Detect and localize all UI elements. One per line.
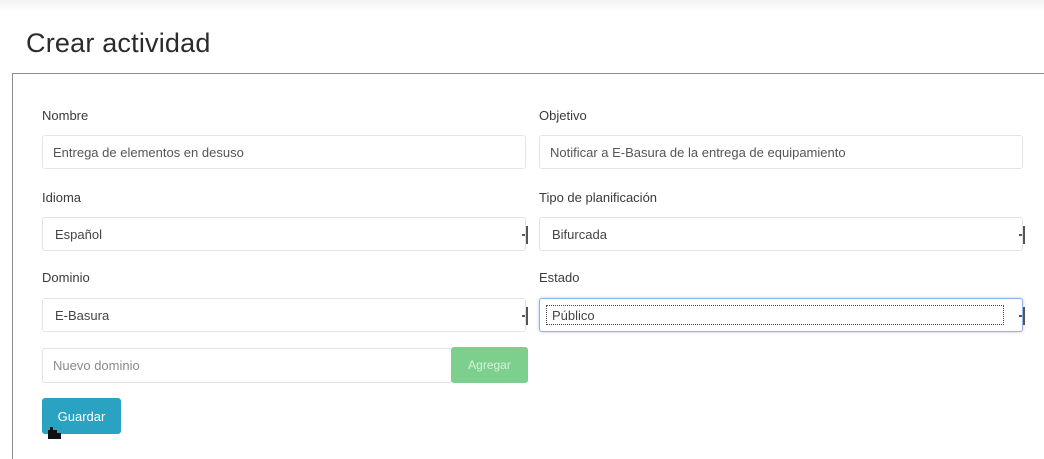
- form-panel: [12, 73, 1044, 459]
- select-arrow-icon: [1019, 226, 1025, 244]
- page-title: Crear actividad: [26, 28, 211, 58]
- nombre-input[interactable]: [42, 135, 526, 169]
- estado-label: Estado: [539, 270, 580, 285]
- top-shadow: [0, 0, 1044, 12]
- estado-select[interactable]: Público: [539, 298, 1025, 332]
- dominio-selected-value: E-Basura: [55, 307, 110, 323]
- hand-pointer-icon: [48, 427, 61, 439]
- agregar-button[interactable]: Agregar: [451, 347, 528, 383]
- tipo-planificacion-label: Tipo de planificación: [539, 190, 658, 205]
- tipo-planificacion-selected-value: Bifurcada: [552, 226, 607, 242]
- select-arrow-icon: [522, 226, 528, 244]
- dominio-select[interactable]: E-Basura: [42, 298, 528, 332]
- dominio-label: Dominio: [42, 270, 90, 285]
- objetivo-label: Objetivo: [539, 108, 587, 123]
- idioma-select[interactable]: Español: [42, 217, 528, 251]
- select-arrow-icon: [522, 307, 528, 325]
- objetivo-input[interactable]: [539, 135, 1023, 169]
- select-arrow-icon: [1019, 307, 1025, 325]
- nombre-label: Nombre: [42, 108, 89, 123]
- focus-ring: [546, 305, 1004, 325]
- idioma-selected-value: Español: [55, 226, 102, 242]
- nuevo-dominio-input[interactable]: [42, 348, 452, 383]
- tipo-planificacion-select[interactable]: Bifurcada: [539, 217, 1025, 251]
- idioma-label: Idioma: [42, 190, 82, 205]
